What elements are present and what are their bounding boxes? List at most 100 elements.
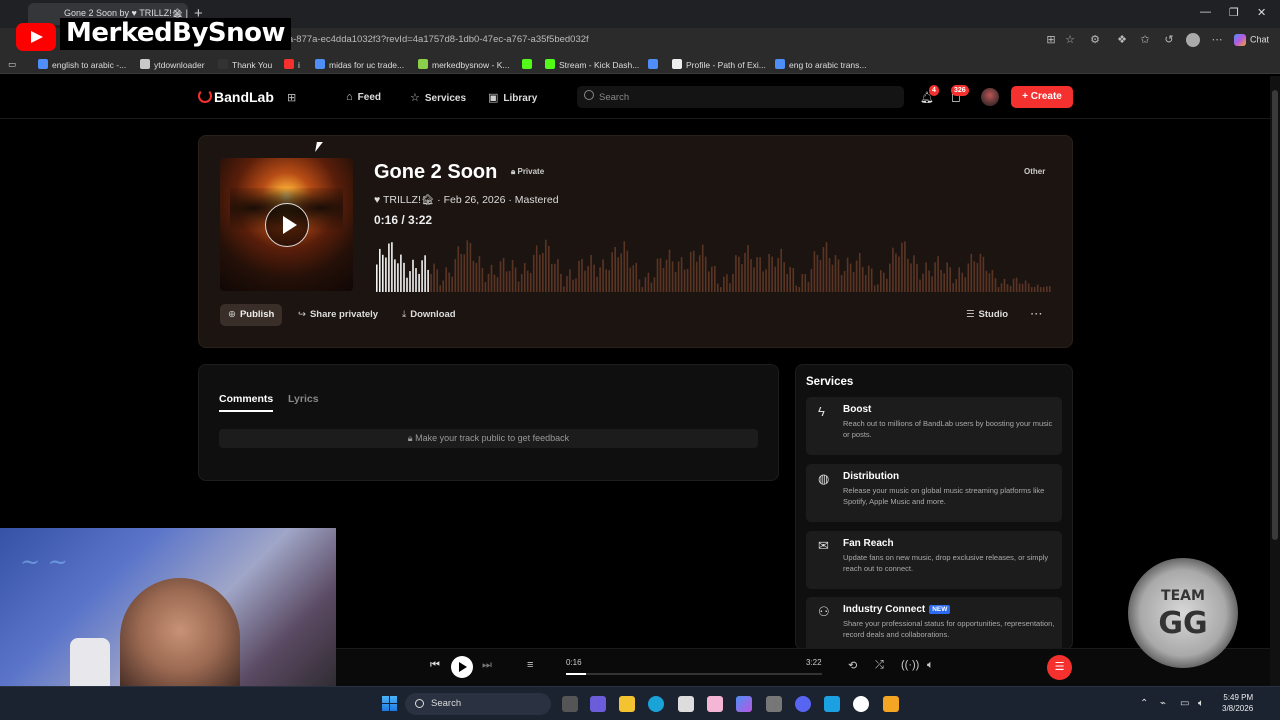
waveform-bar (988, 273, 991, 292)
edge-icon[interactable] (648, 696, 664, 712)
waveform-bar (454, 259, 457, 292)
studio-button[interactable]: ☰ Studio (958, 304, 1016, 326)
waveform-bar (940, 269, 942, 292)
broadcast-icon[interactable]: ((·)) (901, 659, 919, 671)
share-privately-button[interactable]: ↪ Share privately (290, 304, 386, 326)
channel-name: MerkedBySnow (60, 18, 292, 50)
display-icon[interactable]: ▭ (1180, 698, 1189, 709)
history-icon[interactable]: ↺ (1162, 33, 1176, 47)
waveform-bar (873, 285, 876, 292)
service-fan-reach[interactable]: ✉ Fan Reach Update fans on new music, dr… (806, 531, 1062, 589)
bookmark-item[interactable] (522, 59, 536, 70)
bookmark-item[interactable] (648, 59, 662, 70)
waveform-bar (729, 283, 731, 292)
nav-library[interactable]: ▣ Library (488, 91, 537, 104)
publish-button[interactable]: ⊕ Publish (220, 304, 283, 326)
bookmark-item[interactable]: Thank You (218, 59, 272, 70)
taskbar-clock[interactable]: 5:49 PM 3/8/2026 (1222, 692, 1253, 714)
network-icon[interactable]: ⌁ (1160, 698, 1166, 709)
bookmark-item[interactable]: english to arabic -... (38, 59, 126, 70)
cover-play-button[interactable] (265, 203, 309, 247)
previous-track-icon[interactable]: ⏮︎ (430, 659, 440, 672)
close-window-icon[interactable]: ✕ (1257, 6, 1266, 19)
app-available-icon[interactable]: ⊞ (1044, 33, 1058, 47)
extension-icon[interactable]: ❖ (1115, 33, 1129, 47)
nav-feed[interactable]: ⌂ Feed (346, 91, 381, 103)
waveform-bar (686, 268, 689, 292)
user-avatar[interactable] (981, 88, 999, 106)
bookmark-item[interactable]: i (284, 59, 300, 70)
nav-services[interactable]: ☆ Services (410, 91, 466, 104)
bandlab-logo-icon[interactable] (198, 89, 212, 103)
waveform-bar (635, 262, 638, 292)
waveform[interactable] (376, 231, 1052, 292)
chrome-icon[interactable] (853, 696, 869, 712)
volume-icon[interactable]: 🔈︎ (927, 659, 934, 672)
discord-icon[interactable] (795, 696, 811, 712)
vlc-icon[interactable] (883, 696, 899, 712)
bookmark-item[interactable]: ytdownloader (140, 59, 205, 70)
waveform-bar (677, 261, 680, 292)
waveform-bar (846, 257, 849, 292)
extensions-icon[interactable]: ⚙ (1088, 33, 1102, 47)
apps-grid-icon[interactable]: ⊞ (287, 91, 296, 104)
waveform-bar (819, 260, 822, 292)
browser-profile-icon[interactable] (1186, 33, 1200, 47)
create-button[interactable]: + Create (1011, 86, 1073, 108)
bookmarks-icon[interactable]: ▭ (8, 59, 16, 70)
snipping-tool-icon[interactable] (766, 696, 782, 712)
bookmark-item[interactable]: Profile - Path of Exi... (672, 59, 766, 70)
waveform-bar (418, 273, 420, 292)
url-text[interactable]: 401a-877a-ec4dda1032f3?revId=4a1757d8-1d… (272, 34, 589, 45)
store-icon[interactable] (678, 696, 694, 712)
service-industry-connect[interactable]: ⚇ Industry Connect NEW Share your profess… (806, 597, 1062, 649)
queue-menu-button[interactable]: ☰ (1047, 655, 1072, 680)
copilot-app-icon[interactable] (736, 696, 752, 712)
favorites-icon[interactable]: ✩ (1138, 33, 1152, 47)
service-boost[interactable]: ϟ Boost Reach out to millions of BandLab… (806, 397, 1062, 455)
lock-icon: 🔒︎ (407, 433, 416, 443)
maximize-icon[interactable]: ❐ (1229, 6, 1239, 19)
bookmark-favicon-icon (522, 59, 532, 69)
bandlab-logo-text[interactable]: BandLab (214, 89, 274, 105)
windows-start-icon[interactable] (382, 696, 397, 711)
waveform-bar (1049, 286, 1051, 292)
bookmark-favicon-icon (315, 59, 325, 69)
bookmark-item[interactable]: midas for uc trade... (315, 59, 404, 70)
tab-comments[interactable]: Comments (219, 393, 274, 412)
service-distribution[interactable]: ◍ Distribution Release your music on glo… (806, 464, 1062, 522)
scrollbar-thumb[interactable] (1272, 90, 1278, 540)
favorite-star-icon[interactable]: ☆ (1063, 33, 1077, 47)
bookmark-item[interactable]: merkedbysnow - K... (418, 59, 509, 70)
app-icon[interactable] (707, 696, 723, 712)
browser-menu-icon[interactable]: ⋯ (1210, 33, 1224, 47)
minimize-icon[interactable]: — (1200, 6, 1211, 18)
more-options-icon[interactable]: ··· (1025, 304, 1049, 326)
bookmark-item[interactable]: eng to arabic trans... (775, 59, 867, 70)
search-input[interactable] (599, 88, 889, 106)
shuffle-icon[interactable]: ⤮ (875, 659, 884, 672)
copilot-chat-button[interactable]: Chat (1234, 34, 1269, 46)
task-view-icon[interactable] (562, 696, 578, 712)
waveform-bar (523, 263, 526, 292)
progress-track[interactable] (566, 673, 822, 675)
waveform-bar (747, 245, 749, 292)
tray-chevron-icon[interactable]: ⌃ (1140, 698, 1148, 709)
repeat-icon[interactable]: ⟲ (848, 659, 857, 672)
queue-icon[interactable]: ≡ (527, 659, 533, 671)
notepad-icon[interactable] (824, 696, 840, 712)
next-track-icon[interactable]: ⏭︎ (482, 659, 492, 672)
play-button[interactable] (451, 656, 473, 678)
speaker-icon[interactable]: 🔈︎ (1198, 698, 1204, 709)
file-explorer-icon[interactable] (619, 696, 635, 712)
waveform-bar (539, 254, 541, 292)
download-button[interactable]: ⤓ Download (394, 304, 464, 326)
bookmark-item[interactable]: Stream - Kick Dash... (545, 59, 639, 70)
waveform-bar (714, 265, 716, 292)
current-time: 0:16 (374, 213, 399, 227)
tab-lyrics[interactable]: Lyrics (288, 393, 319, 405)
taskbar-search[interactable]: Search (405, 693, 551, 715)
teams-icon[interactable] (590, 696, 606, 712)
artist-name[interactable]: ♥ TRILLZ!🏚 (374, 194, 434, 206)
waveform-bar (442, 280, 444, 292)
